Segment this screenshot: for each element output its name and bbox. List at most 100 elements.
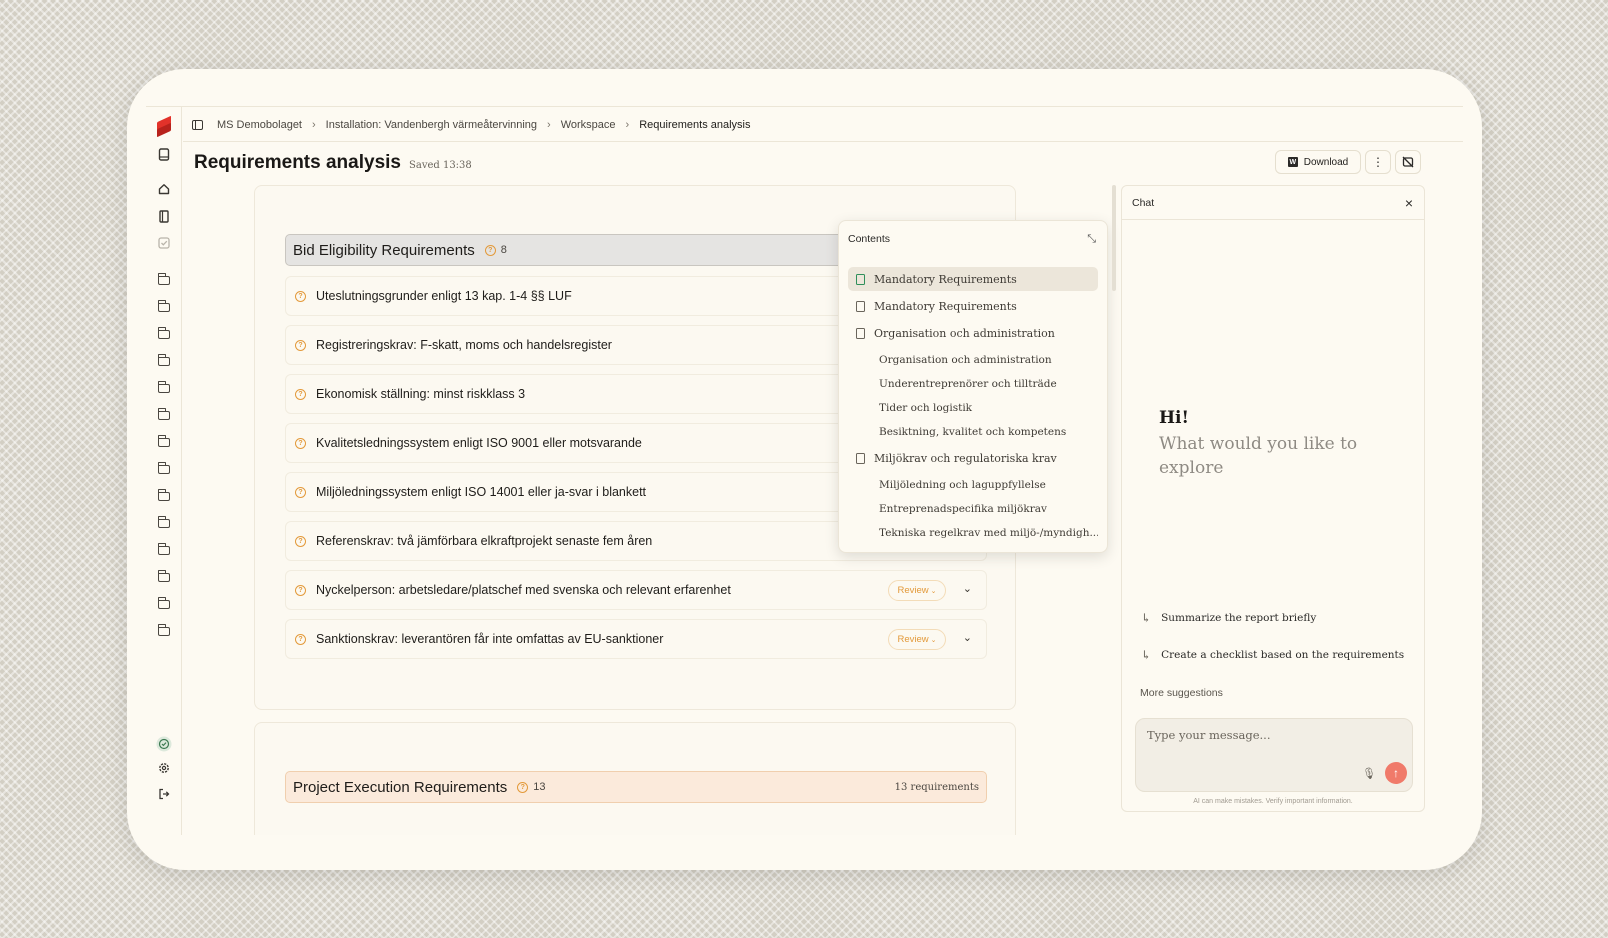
toc-subitem[interactable]: Tider och logistik (848, 396, 1098, 420)
gear-icon[interactable] (154, 758, 174, 778)
breadcrumb-item-installation[interactable]: Installation: Vandenbergh värmeåtervinni… (326, 119, 537, 131)
folder-icon[interactable] (154, 621, 174, 641)
logout-icon[interactable] (154, 784, 174, 804)
section-header-project-execution[interactable]: Project Execution Requirements ? 13 13 r… (285, 771, 987, 803)
folder-icon[interactable] (154, 351, 174, 371)
toggle-chat-button[interactable] (1395, 150, 1421, 174)
check-circle-icon[interactable] (154, 734, 174, 754)
toc-subitem[interactable]: Organisation och administration (848, 348, 1098, 372)
suggestion-item[interactable]: ↳ Create a checklist based on the requir… (1141, 648, 1404, 662)
chat-message-input[interactable] (1147, 725, 1397, 745)
saved-status: Saved 13:38 (409, 160, 472, 171)
review-label: Review (897, 634, 929, 645)
checkbox-icon[interactable] (154, 233, 174, 253)
chat-input-box: 🎙 ↑ (1135, 718, 1413, 792)
question-icon: ? (295, 290, 306, 302)
requirement-text: Kvalitetsledningssystem enligt ISO 9001 … (316, 436, 642, 450)
question-icon: ? (295, 486, 306, 498)
suggestion-item[interactable]: ↳ Summarize the report briefly (1141, 611, 1316, 625)
question-icon: ? (517, 781, 529, 793)
question-icon: ? (295, 388, 306, 400)
review-status-badge[interactable]: Review ⌄ (888, 629, 946, 650)
toc-subitem[interactable]: Tekniska regelkrav med miljö-/myndigh... (848, 521, 1098, 545)
folder-icon[interactable] (154, 270, 174, 290)
folder-icon[interactable] (154, 324, 174, 344)
folder-icon[interactable] (154, 594, 174, 614)
toc-item-label: Mandatory Requirements (874, 272, 1017, 286)
home-icon[interactable] (154, 179, 174, 199)
download-button[interactable]: W Download (1275, 150, 1361, 174)
toc-item-label: Underentreprenörer och tillträde (879, 378, 1057, 390)
sidebar-rail (146, 107, 182, 835)
toc-item-label: Organisation och administration (874, 326, 1055, 340)
device-frame: MS Demobolaget › Installation: Vandenber… (127, 69, 1482, 870)
arrow-corner-icon: ↳ (1141, 611, 1152, 625)
section-title: Project Execution Requirements (293, 778, 508, 796)
section-requirement-count: 13 requirements (894, 781, 979, 793)
logo-icon[interactable] (154, 115, 174, 138)
sidebar-toggle-icon[interactable] (192, 120, 203, 130)
requirement-text: Uteslutningsgrunder enligt 13 kap. 1-4 §… (316, 289, 572, 303)
breadcrumb-item-current: Requirements analysis (639, 119, 751, 131)
collapse-icon[interactable]: ⤡ (1087, 233, 1096, 246)
breadcrumb-item-workspace[interactable]: Workspace (561, 119, 616, 131)
requirement-text: Miljöledningssystem enligt ISO 14001 ell… (316, 485, 647, 499)
send-button[interactable]: ↑ (1385, 762, 1407, 784)
app-screen: MS Demobolaget › Installation: Vandenber… (146, 106, 1463, 835)
folder-icon[interactable] (154, 486, 174, 506)
breadcrumb-item-company[interactable]: MS Demobolaget (217, 119, 302, 131)
chevron-right-icon: › (547, 119, 551, 131)
word-doc-icon: W (1287, 157, 1298, 167)
toc-subitem[interactable]: Underentreprenörer och tillträde (848, 372, 1098, 396)
arrow-up-icon: ↑ (1393, 766, 1399, 780)
review-label: Review (897, 585, 929, 596)
toc-subitem[interactable]: Besiktning, kvalitet och kompetens (848, 420, 1098, 444)
folder-icon[interactable] (154, 405, 174, 425)
toc-item[interactable]: Miljökrav och regulatoriska krav (848, 446, 1098, 470)
toc-item-label: Tider och logistik (879, 402, 973, 414)
folder-icon[interactable] (154, 297, 174, 317)
suggestion-text: Summarize the report briefly (1161, 612, 1317, 624)
arrow-corner-icon: ↳ (1141, 648, 1152, 662)
clipboard-check-icon (856, 273, 865, 285)
requirement-row[interactable]: ? Sanktionskrav: leverantören får inte o… (285, 619, 987, 659)
toc-item[interactable]: Mandatory Requirements (848, 267, 1098, 291)
document-icon (856, 327, 865, 339)
chevron-down-icon[interactable]: ⌄ (963, 631, 972, 644)
review-status-badge[interactable]: Review ⌄ (888, 580, 946, 601)
toc-subitem[interactable]: Entreprenadspecifika miljökrav (848, 497, 1098, 521)
book-icon[interactable] (154, 144, 174, 164)
toc-item[interactable]: Organisation och administration (848, 321, 1098, 345)
microphone-icon[interactable]: 🎙 (1362, 767, 1376, 780)
chat-prompt: What would you like to explore (1159, 434, 1358, 478)
requirement-row[interactable]: ? Nyckelperson: arbetsledare/platschef m… (285, 570, 987, 610)
requirement-text: Nyckelperson: arbetsledare/platschef med… (316, 583, 731, 597)
section-title: Bid Eligibility Requirements (293, 241, 475, 259)
chevron-down-icon: ⌄ (930, 587, 937, 595)
close-icon[interactable]: × (1405, 195, 1413, 211)
more-vertical-icon: ⋮ (1372, 155, 1384, 169)
toc-item[interactable]: Mandatory Requirements (848, 294, 1098, 318)
contents-title: Contents (848, 233, 891, 245)
question-icon: ? (484, 244, 496, 256)
main-scrollbar[interactable] (1112, 185, 1116, 291)
folder-icon[interactable] (154, 378, 174, 398)
folder-icon[interactable] (154, 567, 174, 587)
folder-icon[interactable] (154, 513, 174, 533)
book-open-icon[interactable] (154, 206, 174, 226)
folder-icon[interactable] (154, 459, 174, 479)
requirements-card-project-execution: Project Execution Requirements ? 13 13 r… (254, 722, 1016, 835)
section-count: 8 (500, 244, 507, 256)
toc-subitem[interactable]: Miljöledning och laguppfyllelse (848, 473, 1098, 497)
breadcrumb: MS Demobolaget › Installation: Vandenber… (192, 115, 751, 135)
chat-header: Chat × (1122, 186, 1424, 220)
toc-item-label: Miljökrav och regulatoriska krav (874, 451, 1057, 465)
more-suggestions-link[interactable]: More suggestions (1140, 687, 1223, 699)
toc-item-label: Entreprenadspecifika miljökrav (879, 503, 1047, 515)
folder-icon[interactable] (154, 540, 174, 560)
toc-item-label: Besiktning, kvalitet och kompetens (879, 426, 1067, 438)
folder-icon[interactable] (154, 432, 174, 452)
chevron-down-icon[interactable]: ⌄ (963, 582, 972, 595)
more-options-button[interactable]: ⋮ (1365, 150, 1391, 174)
chevron-right-icon: › (625, 119, 630, 131)
